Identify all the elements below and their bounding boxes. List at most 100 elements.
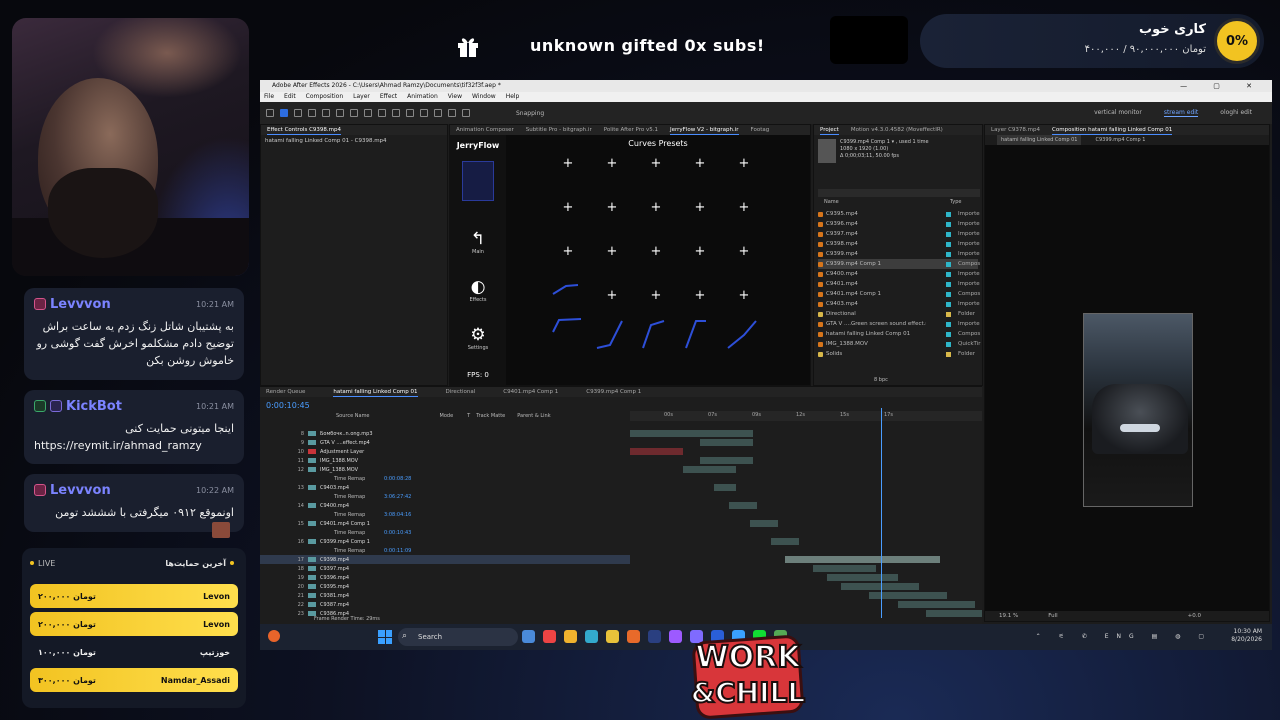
start-button[interactable] xyxy=(378,630,392,644)
time-remap-value[interactable]: 0:00:10:43 xyxy=(384,530,411,536)
add-preset-button[interactable]: + xyxy=(605,157,619,171)
layer-row[interactable]: 17 C9398.mp4 xyxy=(260,555,630,564)
search-box[interactable]: Search xyxy=(398,628,518,646)
settings-nav[interactable]: ⚙ Settings xyxy=(460,325,496,351)
add-preset-button[interactable]: + xyxy=(649,157,663,171)
time-remap-row[interactable]: Time Remap 3:06:27:42 xyxy=(260,492,630,501)
time-remap-value[interactable]: 0:00:08:28 xyxy=(384,476,411,482)
layer-duration-bar[interactable] xyxy=(630,430,754,437)
selection-tool-icon[interactable] xyxy=(280,109,288,117)
home-icon[interactable] xyxy=(266,109,274,117)
exposure-value[interactable]: +0.0 xyxy=(1188,611,1201,621)
tab-effect-controls[interactable]: Effect Controls C9398.mp4 xyxy=(267,125,342,135)
add-preset-button[interactable]: + xyxy=(649,201,663,215)
header-source-name[interactable]: Source Name xyxy=(336,413,370,419)
time-remap-row[interactable]: Time Remap 3:08:04:16 xyxy=(260,510,630,519)
menu-item-effect[interactable]: Effect xyxy=(380,92,397,102)
after-effects-icon[interactable] xyxy=(669,630,682,643)
col-type[interactable]: Type xyxy=(950,199,961,205)
menu-item-window[interactable]: Window xyxy=(472,92,496,102)
layer-duration-bar[interactable] xyxy=(630,448,683,455)
add-preset-button[interactable]: + xyxy=(649,245,663,259)
project-item[interactable]: C9399.mp4 Importe xyxy=(818,249,980,259)
add-preset-button[interactable]: + xyxy=(693,245,707,259)
header-mode[interactable]: Mode xyxy=(440,413,454,419)
workspace-tab[interactable]: vertical monitor xyxy=(1094,109,1142,117)
layer-duration-bar[interactable] xyxy=(784,556,940,563)
brush-tool-icon[interactable] xyxy=(406,109,414,117)
add-preset-button[interactable]: + xyxy=(693,289,707,303)
tab-extension[interactable]: Animation Composer xyxy=(456,125,514,135)
layer-duration-bar[interactable] xyxy=(925,610,982,617)
project-item[interactable]: C9400.mp4 Importe xyxy=(818,269,980,279)
edge-icon[interactable] xyxy=(522,630,535,643)
layer-duration-bar[interactable] xyxy=(749,520,778,527)
add-preset-button[interactable]: + xyxy=(561,157,575,171)
time-remap-value[interactable]: 3:08:04:16 xyxy=(384,512,411,518)
menu-item-file[interactable]: File xyxy=(264,92,274,102)
video-frame[interactable] xyxy=(1083,313,1193,507)
roto-tool-icon[interactable] xyxy=(448,109,456,117)
layer-row[interactable]: 16 C9399.mp4 Comp 1 xyxy=(260,537,630,546)
tab-extension[interactable]: Footag xyxy=(751,125,770,135)
project-item[interactable]: Directional Folder xyxy=(818,309,978,319)
curves-icon[interactable] xyxy=(462,161,494,201)
menu-item-layer[interactable]: Layer xyxy=(353,92,370,102)
layer-row[interactable]: 20 C9395.mp4 xyxy=(260,582,630,591)
add-preset-button[interactable]: + xyxy=(561,201,575,215)
col-name[interactable]: Name xyxy=(824,199,839,205)
tab-timeline[interactable]: C9399.mp4 Comp 1 xyxy=(586,387,641,397)
playhead[interactable] xyxy=(881,408,882,618)
add-preset-button[interactable]: + xyxy=(737,157,751,171)
layer-duration-bar[interactable] xyxy=(770,538,799,545)
text-tool-icon[interactable] xyxy=(392,109,400,117)
menu-item-composition[interactable]: Composition xyxy=(306,92,343,102)
hand-tool-icon[interactable] xyxy=(294,109,302,117)
layer-duration-bar[interactable] xyxy=(841,583,919,590)
firefox-icon[interactable] xyxy=(564,630,577,643)
window-controls[interactable]: — ▢ ✕ xyxy=(1180,80,1264,92)
eraser-tool-icon[interactable] xyxy=(434,109,442,117)
project-item[interactable]: C9395.mp4 Importe xyxy=(818,209,980,219)
add-preset-button[interactable]: + xyxy=(605,245,619,259)
bpc-toggle[interactable]: 8 bpc xyxy=(874,377,888,383)
resolution-select[interactable]: Full xyxy=(1048,611,1057,621)
time-remap-value[interactable]: 0:00:11:09 xyxy=(384,548,411,554)
premiere-icon[interactable] xyxy=(648,630,661,643)
tab-layer[interactable]: Layer C9378.mp4 xyxy=(991,125,1040,135)
tab-timeline[interactable]: hatami falling Linked Comp 01 xyxy=(333,387,418,397)
layer-duration-bar[interactable] xyxy=(827,574,898,581)
project-search-input[interactable] xyxy=(818,189,980,197)
layer-row[interactable]: 11 IMG_1388.MOV xyxy=(260,456,630,465)
stamp-tool-icon[interactable] xyxy=(420,109,428,117)
tab-timeline[interactable]: Render Queue xyxy=(266,387,305,397)
workspace-tab[interactable]: ologhi edit xyxy=(1220,109,1252,117)
add-preset-button[interactable]: + xyxy=(737,245,751,259)
header-t[interactable]: T xyxy=(467,413,470,419)
layer-row[interactable]: 14 C9400.mp4 xyxy=(260,501,630,510)
time-remap-row[interactable]: Time Remap 0:00:10:43 xyxy=(260,528,630,537)
layer-row[interactable]: 21 C9381.mp4 xyxy=(260,591,630,600)
layer-row[interactable]: 22 C9387.mp4 xyxy=(260,600,630,609)
pen-tool-icon[interactable] xyxy=(378,109,386,117)
snapping-toggle[interactable]: Snapping xyxy=(516,110,544,117)
chrome-icon[interactable] xyxy=(543,630,556,643)
project-item[interactable]: C9397.mp4 Importe xyxy=(818,229,980,239)
comp-nav-tab[interactable]: C9399.mp4 Comp 1 xyxy=(1095,135,1145,145)
tab-project[interactable]: Project xyxy=(820,125,839,135)
project-item[interactable]: C9398.mp4 Importe xyxy=(818,239,980,249)
time-remap-row[interactable]: Time Remap 0:00:08:28 xyxy=(260,474,630,483)
tab-extension[interactable]: Polite After Pro v5.1 xyxy=(604,125,658,135)
add-preset-button[interactable]: + xyxy=(605,201,619,215)
app-icon[interactable] xyxy=(627,630,640,643)
project-item[interactable]: C9403.mp4 Importe xyxy=(818,299,980,309)
project-item[interactable]: C9401.mp4 Importe xyxy=(818,279,980,289)
puppet-tool-icon[interactable] xyxy=(462,109,470,117)
zoom-tool-icon[interactable] xyxy=(308,109,316,117)
layer-duration-bar[interactable] xyxy=(700,439,754,446)
layer-row[interactable]: 12 IMG_1388.MOV xyxy=(260,465,630,474)
shape-tool-icon[interactable] xyxy=(364,109,372,117)
tab-extension[interactable]: JerryFlow V2 - bitgraph.ir xyxy=(669,125,739,135)
add-preset-button[interactable]: + xyxy=(737,201,751,215)
folder-icon[interactable] xyxy=(606,630,619,643)
